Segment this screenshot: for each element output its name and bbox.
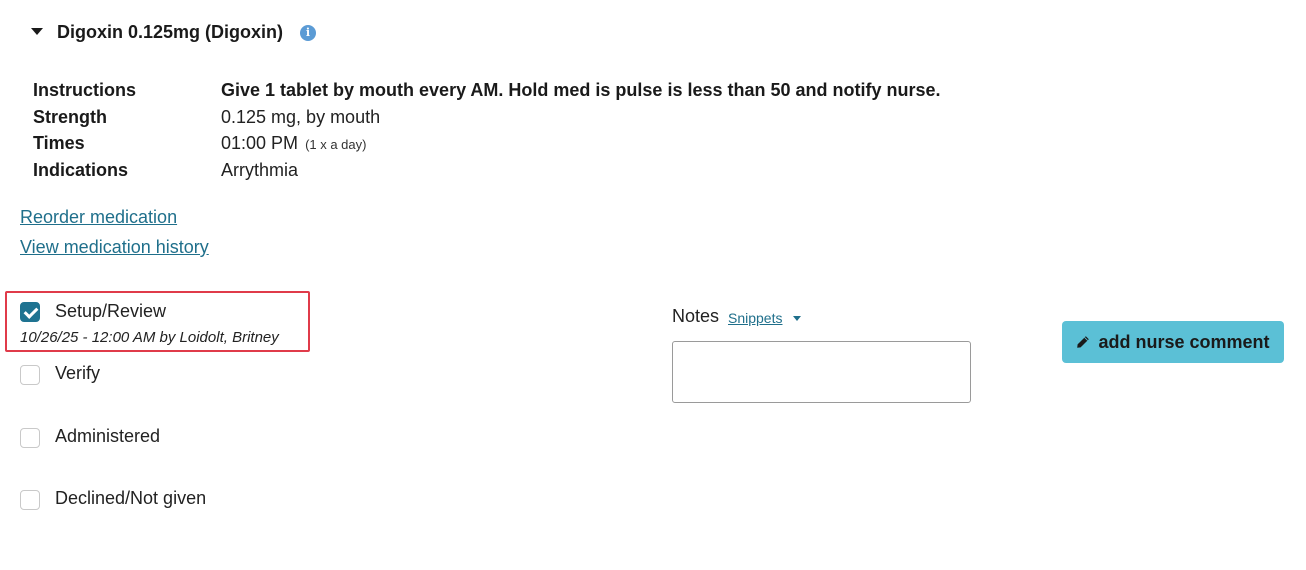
add-nurse-comment-label: add nurse comment [1098,331,1270,352]
medication-title: Digoxin 0.125mg (Digoxin) [57,22,284,42]
view-medication-history-link[interactable]: View medication history [20,237,209,258]
chevron-down-icon[interactable] [793,316,801,321]
instructions-value: Give 1 tablet by mouth every AM. Hold me… [221,80,941,100]
setup-review-checkbox[interactable] [20,302,40,322]
indications-label: Indications [33,160,129,180]
strength-value: 0.125 mg, by mouth [221,107,381,127]
times-label: Times [33,133,85,153]
indications-value: Arrythmia [221,160,299,180]
reorder-medication-link[interactable]: Reorder medication [20,207,177,228]
add-nurse-comment-button[interactable]: add nurse comment [1062,321,1284,363]
verify-label[interactable]: Verify [55,363,100,384]
snippets-dropdown-link[interactable]: Snippets [728,310,782,326]
pencil-icon [1077,336,1090,348]
setup-review-label[interactable]: Setup/Review [55,301,166,322]
declined-not-given-label[interactable]: Declined/Not given [55,488,206,509]
notes-label: Notes [672,306,720,326]
declined-not-given-checkbox[interactable] [20,490,40,510]
setup-review-timestamp: 10/26/25 - 12:00 AM by Loidolt, Britney [20,329,279,346]
instructions-label: Instructions [33,80,137,100]
notes-textarea[interactable] [672,341,971,403]
times-frequency: (1 x a day) [305,137,367,152]
verify-checkbox[interactable] [20,365,40,385]
times-value: 01:00 PM [221,133,299,153]
administered-label[interactable]: Administered [55,426,160,447]
administered-checkbox[interactable] [20,428,40,448]
times-value-row: 01:00 PM (1 x a day) [221,133,366,154]
info-icon[interactable]: i [300,25,316,41]
strength-label: Strength [33,107,107,127]
collapse-caret-icon[interactable] [31,28,43,35]
